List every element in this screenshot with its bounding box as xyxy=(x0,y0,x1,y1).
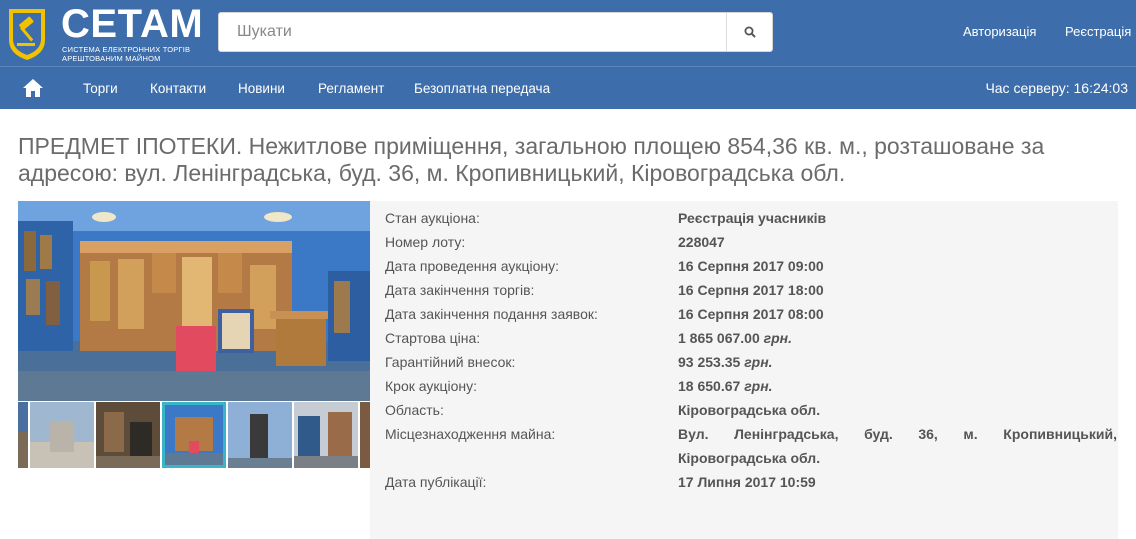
thumbnail-1[interactable] xyxy=(30,402,94,468)
detail-label: Гарантійний внесок: xyxy=(385,354,516,370)
currency-label: грн. xyxy=(744,378,773,394)
lot-details-panel: Стан аукціона: Реєстрація учасників Номе… xyxy=(370,201,1118,539)
search-icon xyxy=(744,26,756,38)
thumbnail-3[interactable] xyxy=(162,402,226,468)
nav-item-auctions[interactable]: Торги xyxy=(83,81,118,96)
thumbnail-5[interactable] xyxy=(294,402,358,468)
detail-value-line2: Кіровоградська обл. xyxy=(678,450,821,466)
currency-label: грн. xyxy=(763,330,793,346)
detail-label: Дата проведення аукціону: xyxy=(385,258,559,274)
detail-value: 16 Серпня 2017 09:00 xyxy=(678,258,824,274)
detail-label: Стан аукціона: xyxy=(385,210,480,226)
thumbnail-6[interactable] xyxy=(360,402,370,468)
thumbnail-4[interactable] xyxy=(228,402,292,468)
top-header: СЕТАМ СИСТЕМА ЕЛЕКТРОННИХ ТОРГІВ АРЕШТОВ… xyxy=(0,0,1136,66)
detail-label: Дата закінчення торгів: xyxy=(385,282,535,298)
site-logo[interactable]: СЕТАМ СИСТЕМА ЕЛЕКТРОННИХ ТОРГІВ АРЕШТОВ… xyxy=(6,2,206,63)
detail-value: 93 253.35 грн. xyxy=(678,350,1117,374)
price-amount: 1 865 067.00 xyxy=(678,330,760,346)
church-interior-image xyxy=(18,201,370,401)
detail-label: Стартова ціна: xyxy=(385,330,481,346)
thumbnail-2[interactable] xyxy=(96,402,160,468)
search-box xyxy=(218,12,773,52)
detail-label: Область: xyxy=(385,402,444,418)
brand-subtitle-line1: СИСТЕМА ЕЛЕКТРОННИХ ТОРГІВ xyxy=(62,45,191,54)
currency-label: грн. xyxy=(744,354,773,370)
register-link[interactable]: Реєстрація xyxy=(1065,24,1131,39)
brand-name: СЕТАМ xyxy=(61,2,204,46)
detail-value: 16 Серпня 2017 18:00 xyxy=(678,282,824,298)
nav-item-free-transfer[interactable]: Безоплатна передача xyxy=(414,81,550,96)
search-button[interactable] xyxy=(726,13,772,51)
detail-label: Дата закінчення подання заявок: xyxy=(385,306,598,322)
detail-label: Крок аукціону: xyxy=(385,378,478,394)
main-photo[interactable] xyxy=(18,201,370,401)
detail-label: Місцезнаходження майна: xyxy=(385,426,556,442)
home-icon[interactable] xyxy=(22,78,44,98)
login-link[interactable]: Авторизація xyxy=(963,24,1036,39)
detail-row-location: Місцезнаходження майна: Вул. Ленінградсь… xyxy=(385,422,1117,470)
brand-subtitle-line2: АРЕШТОВАНИМ МАЙНОМ xyxy=(62,54,161,63)
server-time: Час серверу: 16:24:03 xyxy=(985,80,1128,96)
shield-gavel-icon xyxy=(9,9,45,60)
detail-label: Дата публікації: xyxy=(385,474,487,490)
price-amount: 18 650.67 xyxy=(678,378,741,394)
search-input[interactable] xyxy=(219,13,727,51)
detail-value-line1: Вул. Ленінградська, буд. 36, м. Кропивни… xyxy=(678,426,1117,442)
thumbnail-strip xyxy=(18,402,370,468)
detail-value: 228047 xyxy=(678,234,725,250)
nav-item-contacts[interactable]: Контакти xyxy=(150,81,206,96)
detail-value: Кіровоградська обл. xyxy=(678,402,821,418)
brand-subtitle: СИСТЕМА ЕЛЕКТРОННИХ ТОРГІВ АРЕШТОВАНИМ М… xyxy=(62,45,222,63)
thumbnail-0[interactable] xyxy=(18,402,28,468)
detail-value: 16 Серпня 2017 08:00 xyxy=(678,306,824,322)
nav-item-news[interactable]: Новини xyxy=(238,81,285,96)
main-nav: Торги Контакти Новини Регламент Безоплат… xyxy=(0,66,1136,109)
detail-value: 1 865 067.00 грн. xyxy=(678,326,1117,350)
nav-item-regulations[interactable]: Регламент xyxy=(318,81,384,96)
detail-value: 18 650.67 грн. xyxy=(678,374,1117,398)
detail-value: Реєстрація учасників xyxy=(678,210,827,226)
price-amount: 93 253.35 xyxy=(678,354,741,370)
detail-label: Номер лоту: xyxy=(385,234,466,250)
detail-value: 17 Липня 2017 10:59 xyxy=(678,474,816,490)
lot-title: ПРЕДМЕТ ІПОТЕКИ. Нежитлове приміщення, з… xyxy=(18,133,1045,186)
